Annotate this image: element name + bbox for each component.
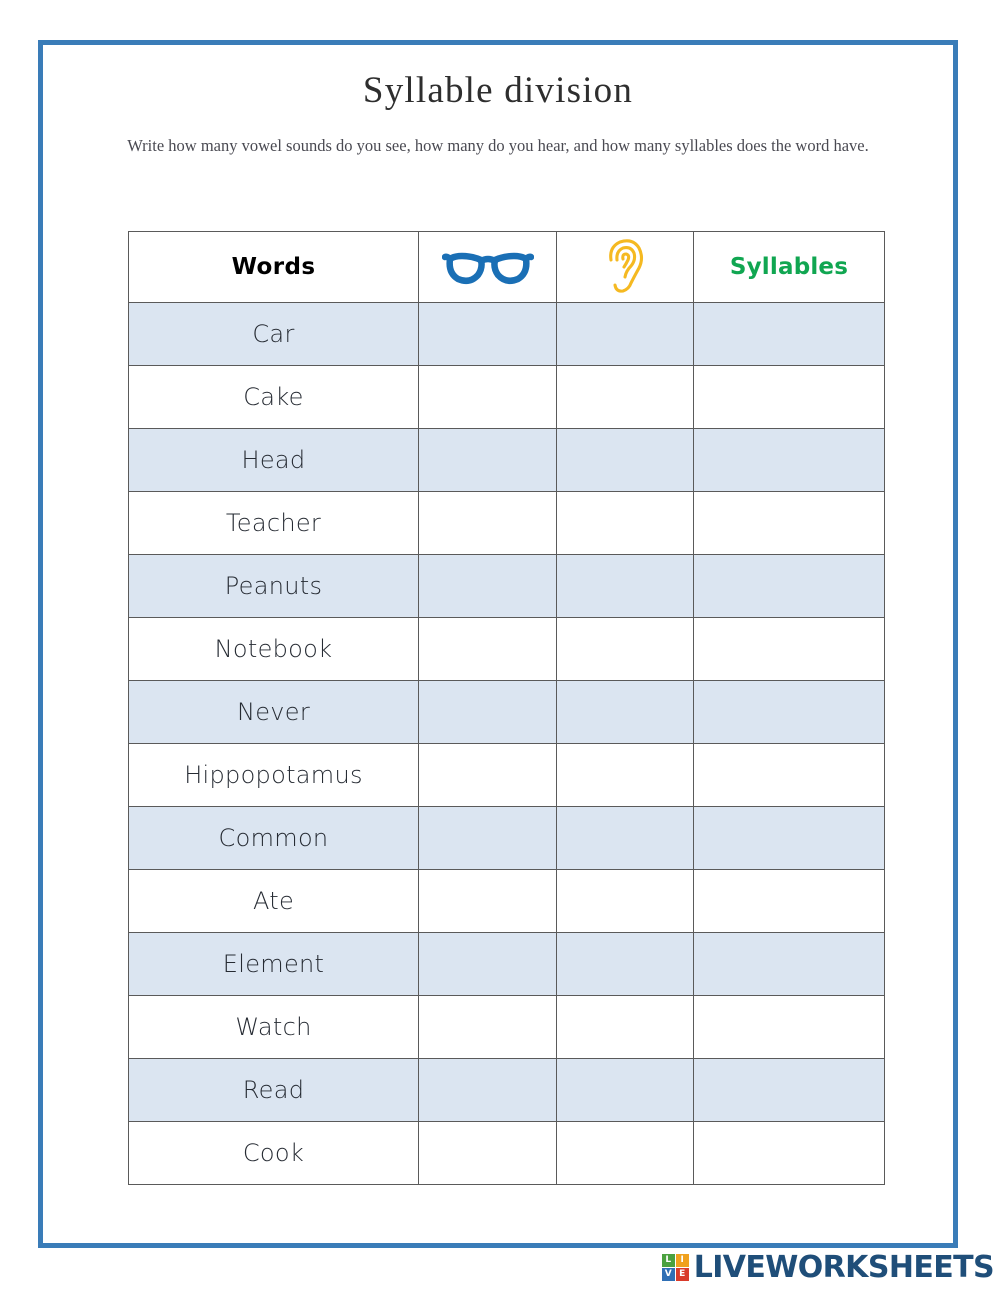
answer-cell-hear[interactable] xyxy=(556,617,694,681)
answer-cell-hear[interactable] xyxy=(556,743,694,807)
table-body: Car Cake Head Teacher Peanuts Notebook Never Hi… xyxy=(128,302,885,1185)
answer-cell-see[interactable] xyxy=(418,617,557,681)
answer-cell-see[interactable] xyxy=(418,806,557,870)
liveworksheets-logo: L I V E LIVEWORKSHEETS xyxy=(661,1250,995,1285)
table-row: Peanuts xyxy=(128,554,885,618)
answer-cell-see[interactable] xyxy=(418,932,557,996)
answer-cell-see[interactable] xyxy=(418,491,557,555)
answer-cell-hear[interactable] xyxy=(556,491,694,555)
answer-cell-hear[interactable] xyxy=(556,932,694,996)
answer-cell-syllables[interactable] xyxy=(693,491,885,555)
answer-cell-syllables[interactable] xyxy=(693,428,885,492)
word-cell: Read xyxy=(128,1058,419,1122)
answer-cell-see[interactable] xyxy=(418,743,557,807)
table-row: Car xyxy=(128,302,885,366)
answer-cell-see[interactable] xyxy=(418,680,557,744)
answer-cell-hear[interactable] xyxy=(556,995,694,1059)
word-cell: Hippopotamus xyxy=(128,743,419,807)
answer-cell-syllables[interactable] xyxy=(693,869,885,933)
table-row: Head xyxy=(128,428,885,492)
table-header: Words Syllables xyxy=(128,231,885,303)
answer-cell-hear[interactable] xyxy=(556,554,694,618)
table-row: Cake xyxy=(128,365,885,429)
answer-cell-see[interactable] xyxy=(418,1058,557,1122)
table-row: Teacher xyxy=(128,491,885,555)
answer-cell-syllables[interactable] xyxy=(693,617,885,681)
word-cell: Teacher xyxy=(128,491,419,555)
word-cell: Common xyxy=(128,806,419,870)
badge-letter-v: V xyxy=(661,1268,675,1281)
word-cell: Never xyxy=(128,680,419,744)
table-row: Ate xyxy=(128,869,885,933)
answer-cell-syllables[interactable] xyxy=(693,995,885,1059)
answer-cell-hear[interactable] xyxy=(556,869,694,933)
answer-cell-see[interactable] xyxy=(418,869,557,933)
word-cell: Watch xyxy=(128,995,419,1059)
answer-cell-syllables[interactable] xyxy=(693,1121,885,1185)
answer-cell-hear[interactable] xyxy=(556,680,694,744)
answer-cell-see[interactable] xyxy=(418,1121,557,1185)
column-header-see xyxy=(418,231,557,303)
badge-letter-l: L xyxy=(661,1254,675,1267)
glasses-icon xyxy=(441,252,534,285)
word-cell: Cook xyxy=(128,1121,419,1185)
instructions-text: Write how many vowel sounds do you see, … xyxy=(127,136,869,155)
liveworksheets-badge-icon: L I V E xyxy=(661,1254,689,1281)
answer-cell-syllables[interactable] xyxy=(693,932,885,996)
table-header-row: Words Syllables xyxy=(128,231,885,303)
badge-letter-e: E xyxy=(675,1268,689,1281)
answer-cell-hear[interactable] xyxy=(556,806,694,870)
answer-cell-syllables[interactable] xyxy=(693,554,885,618)
answer-cell-syllables[interactable] xyxy=(693,680,885,744)
answer-cell-hear[interactable] xyxy=(556,1121,694,1185)
table-row: Watch xyxy=(128,995,885,1059)
table-row: Hippopotamus xyxy=(128,743,885,807)
answer-cell-hear[interactable] xyxy=(556,302,694,366)
column-header-hear xyxy=(556,231,694,303)
answer-cell-see[interactable] xyxy=(418,428,557,492)
column-header-syllables: Syllables xyxy=(693,231,885,303)
table-row: Read xyxy=(128,1058,885,1122)
word-cell: Notebook xyxy=(128,617,419,681)
badge-letter-i: I xyxy=(675,1254,689,1267)
answer-cell-hear[interactable] xyxy=(556,428,694,492)
answer-cell-hear[interactable] xyxy=(556,1058,694,1122)
answer-cell-syllables[interactable] xyxy=(693,743,885,807)
column-header-words: Words xyxy=(128,231,419,303)
answer-cell-syllables[interactable] xyxy=(693,1058,885,1122)
word-cell: Element xyxy=(128,932,419,996)
word-cell: Head xyxy=(128,428,419,492)
answer-cell-syllables[interactable] xyxy=(693,365,885,429)
answer-cell-see[interactable] xyxy=(418,554,557,618)
answer-cell-syllables[interactable] xyxy=(693,302,885,366)
word-cell: Cake xyxy=(128,365,419,429)
answer-cell-see[interactable] xyxy=(418,365,557,429)
word-cell: Car xyxy=(128,302,419,366)
answer-cell-syllables[interactable] xyxy=(693,806,885,870)
syllable-division-table: Words Syllables Car Cake Head Teacher Pe… xyxy=(128,231,885,1185)
table-row: Cook xyxy=(128,1121,885,1185)
answer-cell-hear[interactable] xyxy=(556,365,694,429)
worksheet-page-frame: Syllable division Write how many vowel s… xyxy=(38,40,958,1248)
word-cell: Ate xyxy=(128,869,419,933)
page-title: Syllable division xyxy=(362,70,634,111)
table-row: Common xyxy=(128,806,885,870)
answer-cell-see[interactable] xyxy=(418,995,557,1059)
table-row: Never xyxy=(128,680,885,744)
table-row: Notebook xyxy=(128,617,885,681)
ear-icon xyxy=(602,239,648,293)
liveworksheets-wordmark: LIVEWORKSHEETS xyxy=(693,1250,995,1285)
word-cell: Peanuts xyxy=(128,554,419,618)
table-row: Element xyxy=(128,932,885,996)
answer-cell-see[interactable] xyxy=(418,302,557,366)
